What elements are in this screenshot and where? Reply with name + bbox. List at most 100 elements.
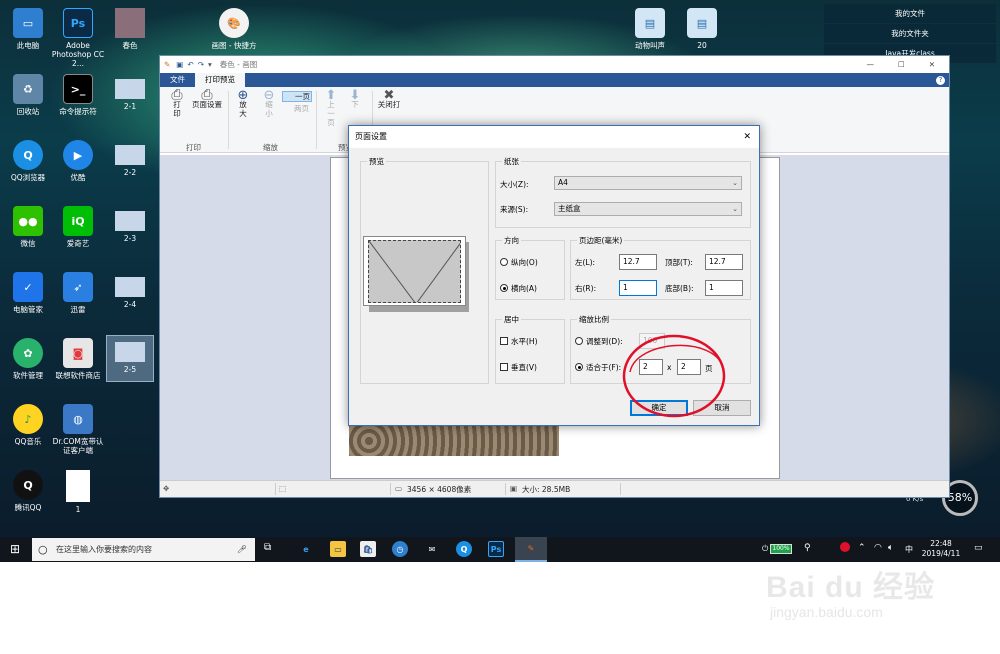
battery-indicator[interactable]: 100% [770,544,792,554]
undo-icon[interactable]: ↶ [187,60,193,69]
desktop-icon-xunlei[interactable]: ➶ 迅雷 [50,272,106,314]
center-horizontal-checkbox[interactable] [500,337,508,345]
center-vertical-checkbox[interactable] [500,363,508,371]
desktop-icon-wechat[interactable]: ●● 微信 [0,206,56,248]
adjust-to-radio[interactable] [575,337,583,345]
bottom-margin-label: 底部(B): [665,284,694,293]
close-print-preview-button[interactable]: ✖ 关闭打 [376,89,402,109]
paper-size-select[interactable]: A4 ⌄ [554,176,742,190]
edge-icon[interactable]: e [298,541,314,557]
landscape-radio[interactable] [500,284,508,292]
volume-icon[interactable]: 🔈︎ [888,543,893,553]
desktop-icon-2-4[interactable]: 2-4 [102,272,158,309]
page-setup-button[interactable]: ⎙ 页面设置 [190,88,224,109]
clock[interactable]: 22:48 2019/4/11 [920,539,962,559]
desktop-icon-2-5[interactable]: 2-5 [106,335,154,382]
clock-app-icon[interactable]: ◷ [392,541,408,557]
desktop-icon-software-manager[interactable]: ✿ 软件管理 [0,338,56,380]
desktop-icon-qq-music[interactable]: ♪ QQ音乐 [0,404,56,446]
zoom-out-icon: ⊖ [263,88,275,103]
dialog-title: 页面设置 ✕ [349,126,759,148]
zoom-out-button[interactable]: ⊖ 缩小 [260,88,278,118]
zoom-in-button[interactable]: ⊕ 放大 [234,89,252,118]
notification-app-icon[interactable] [840,542,850,552]
minimize-icon[interactable]: — [866,60,874,69]
desktop-icon-recycle-bin[interactable]: ♻ 回收站 [0,74,56,116]
notepad-icon: ▤ [635,8,665,38]
desktop-icon-animal-sounds[interactable]: ▤ 动物叫声 [622,8,678,50]
desktop-icon-lenovo-store[interactable]: ◙ 联想软件商店 [50,338,106,380]
tab-print-preview[interactable]: 打印预览 [195,73,245,87]
one-page-button[interactable]: 一页 [282,91,312,102]
maximize-icon[interactable]: ☐ [898,60,905,69]
tab-file[interactable]: 文件 [160,73,195,87]
desktop-icon-youku[interactable]: ▶ 优酷 [50,140,106,182]
right-margin-input[interactable]: 1 [619,280,657,296]
panel-item[interactable]: 我的文件夹 [824,24,996,43]
portrait-label: 纵向(O) [511,258,538,267]
printer-icon: ⎙ [171,87,183,103]
people-icon[interactable]: ⚲ [804,543,811,553]
print-group-label: 打印 [186,143,201,152]
qq-penguin-icon: Q [13,470,43,500]
next-page-button[interactable]: ⬇ 下 [348,88,362,109]
horizontal-label: 水平(H) [511,337,538,346]
desktop-icon-20[interactable]: ▤ 20 [674,8,730,50]
file-explorer-icon[interactable]: ▭ [330,541,346,557]
close-icon[interactable]: ✕ [929,60,935,69]
left-margin-label: 左(L): [575,258,596,267]
preview-paper [363,236,466,306]
action-center-icon[interactable]: ▭ [974,543,983,553]
left-margin-input[interactable]: 12.7 [619,254,657,270]
desktop-icon-pc-manager[interactable]: ✓ 电脑管家 [0,272,56,314]
desktop-icon-cmd[interactable]: >_ 命令提示符 [50,74,106,116]
save-icon[interactable]: ▣ [176,60,183,69]
qq-browser-taskbar-icon[interactable]: Q [456,541,472,557]
file-size: 大小: 28.5MB [522,485,571,494]
chevron-up-icon[interactable]: ⌃ [858,543,866,553]
desktop-icon-iqiyi[interactable]: iQ 爱奇艺 [50,206,106,248]
windows-start-icon[interactable]: ⊞ [10,542,20,556]
wifi-icon[interactable]: ◠ [874,543,882,553]
redo-icon[interactable]: ↷ [198,60,204,69]
desktop-icon-drcom[interactable]: ◍ Dr.COM宽带认证客户端 [50,404,106,455]
arrow-down-icon: ⬇ [349,88,361,103]
dialog-close-icon[interactable]: ✕ [743,126,751,148]
photoshop-taskbar-icon[interactable]: Ps [488,541,504,557]
portrait-radio[interactable] [500,258,508,266]
ribbon-tabs: 文件 打印预览 ? [160,73,949,87]
previous-page-button[interactable]: ⬆ 上一页 [322,89,340,127]
desktop-icon-2-3[interactable]: 2-3 [102,206,158,243]
selection-size-icon: ⬚ [279,484,287,493]
desktop-icon-this-pc[interactable]: ▭ 此电脑 [0,8,56,50]
adjust-to-label: 调整到(D): [586,337,623,346]
desktop-icon-qq-browser[interactable]: Q QQ浏览器 [0,140,56,182]
desktop-icon-file-1[interactable]: 1 [50,470,106,514]
desktop-icon-2-1[interactable]: 2-1 [102,74,158,111]
desktop-icon-chunse[interactable]: 春色 [102,8,158,50]
taskbar-search-box[interactable]: ○ 在这里输入你要搜索的内容 🎤︎ [32,538,255,561]
mail-icon[interactable]: ✉ [424,541,440,557]
desktop-icon-paint-shortcut[interactable]: 🎨 画图 - 快捷方 [206,8,262,50]
help-icon[interactable]: ? [936,76,945,85]
print-button[interactable]: ⎙ 打印 [166,87,188,118]
bottom-margin-input[interactable]: 1 [705,280,743,296]
quick-access-dropdown-icon[interactable]: ▾ [208,60,212,69]
desktop-icon-photoshop[interactable]: Ps Adobe Photoshop CC 2... [50,8,106,68]
two-pages-button[interactable]: 两页 [282,104,312,115]
top-margin-input[interactable]: 12.7 [705,254,743,270]
input-method-indicator[interactable]: 中 [905,544,913,555]
desktop-icon-2-2[interactable]: 2-2 [102,140,158,177]
watermark-area: Bai du 经验 jingyan.baidu.com [0,562,1000,654]
image-thumbnail-icon [115,211,145,231]
desktop-icon-tencent-qq[interactable]: Q 腾讯QQ [0,470,56,512]
task-view-icon[interactable]: ⧉ [264,542,271,553]
store-icon[interactable]: 🛍︎ [360,541,376,557]
microphone-icon[interactable]: 🎤︎ [237,538,247,561]
group-divider [228,91,229,149]
panel-item[interactable]: 我的文件 [824,4,996,23]
youku-icon: ▶ [63,140,93,170]
paint-taskbar-button[interactable]: ✎ [515,537,547,562]
paper-source-select[interactable]: 主纸盒 ⌄ [554,202,742,216]
fit-to-radio[interactable] [575,363,583,371]
